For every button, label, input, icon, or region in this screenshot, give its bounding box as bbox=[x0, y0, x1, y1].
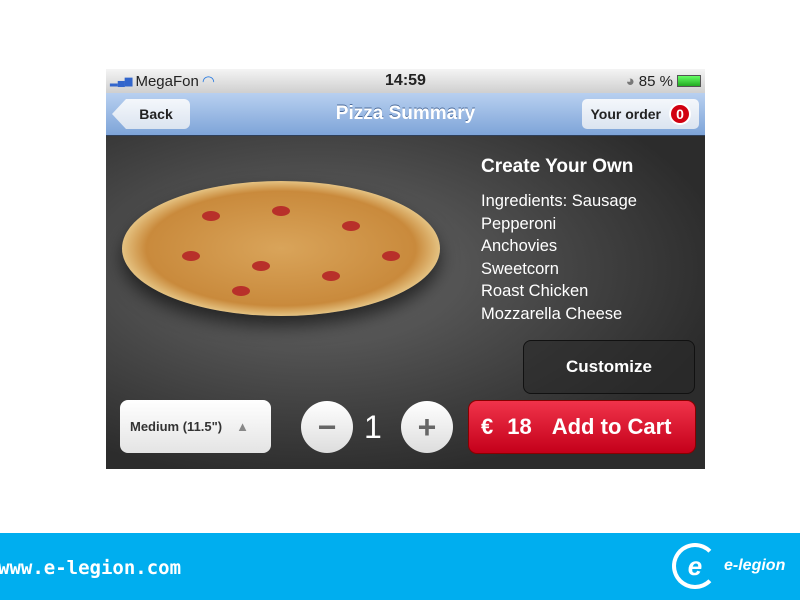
triangle-up-icon: ▲ bbox=[236, 419, 250, 434]
size-select[interactable]: Medium (11.5") ▲ bbox=[120, 400, 271, 453]
clock-icon: ◕ bbox=[625, 72, 635, 90]
signal-icon: ▂▄▆ bbox=[110, 75, 133, 87]
your-order-button[interactable]: Your order 0 bbox=[582, 99, 699, 129]
increase-quantity-button[interactable]: + bbox=[401, 401, 453, 453]
ingredient: Roast Chicken bbox=[481, 282, 589, 300]
battery-icon bbox=[677, 75, 701, 87]
wifi-icon: ◠ bbox=[201, 73, 215, 90]
pizza-name: Create Your Own bbox=[481, 156, 634, 177]
website-link[interactable]: www.e-legion.com bbox=[0, 557, 181, 579]
phone-screen: ▂▄▆ MegaFon ◠ 14:59 ◕ 85 % Back Pizza Summa… bbox=[106, 69, 705, 469]
pizza-summary: Create Your Own Ingredients: Sausage Pep… bbox=[106, 136, 705, 469]
battery-percent: 85 % bbox=[638, 72, 673, 90]
price: 18 bbox=[507, 414, 532, 439]
footer-banner: www.e-legion.com e e-legion bbox=[0, 533, 800, 600]
decrease-quantity-button[interactable]: − bbox=[301, 401, 353, 453]
status-bar: ▂▄▆ MegaFon ◠ 14:59 ◕ 85 % bbox=[106, 69, 705, 93]
ingredient: Sweetcorn bbox=[481, 259, 559, 278]
ingredient: Pepperoni bbox=[481, 214, 557, 233]
order-count-badge: 0 bbox=[669, 103, 691, 125]
quantity-value: 1 bbox=[364, 409, 382, 445]
pizza-image bbox=[122, 181, 440, 316]
pizza-info: Create Your Own Ingredients: Sausage Pep… bbox=[481, 156, 637, 325]
ingredient: Anchovies bbox=[481, 237, 558, 255]
add-to-cart-button[interactable]: €18 Add to Cart bbox=[468, 400, 696, 454]
carrier: ▂▄▆ MegaFon ◠ bbox=[110, 72, 215, 91]
navigation-bar: Back Pizza Summary Your order 0 bbox=[106, 93, 705, 136]
e-legion-logo: e e-legion bbox=[672, 543, 785, 589]
ingredient: Mozzarella Cheese bbox=[481, 304, 623, 323]
customize-button[interactable]: Customize bbox=[523, 340, 695, 394]
euro-sign: € bbox=[481, 414, 494, 439]
ingredient: Ingredients: Sausage bbox=[481, 192, 637, 210]
